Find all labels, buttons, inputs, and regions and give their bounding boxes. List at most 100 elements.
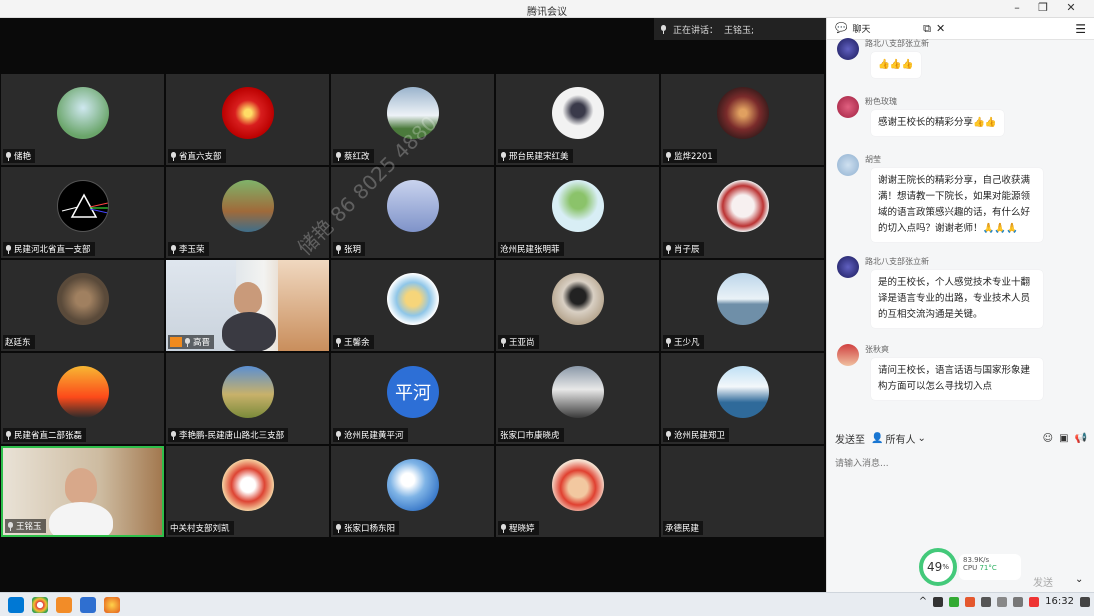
- participant-name: 民建河北省直一支部: [14, 245, 91, 255]
- avatar: [387, 273, 439, 325]
- message-bubble: 感谢王校长的精彩分享👍👍: [871, 110, 1004, 136]
- mic-icon: [335, 244, 342, 254]
- avatar: [387, 87, 439, 139]
- folder-icon[interactable]: ▣: [1059, 433, 1068, 444]
- participant-tile[interactable]: 邢台民建宋红美: [496, 74, 659, 165]
- mic-icon: [5, 151, 12, 161]
- participant-tile[interactable]: 民建河北省直一支部: [1, 167, 164, 258]
- participant-tile-active[interactable]: 王铭玉: [1, 446, 164, 537]
- volume-icon[interactable]: [1013, 596, 1024, 607]
- recipient-selector[interactable]: 👤 所有人 ⌄: [871, 431, 926, 446]
- firefox-icon[interactable]: [104, 596, 120, 613]
- participant-name: 王少凡: [674, 338, 700, 348]
- participant-name: 蔡红改: [344, 152, 370, 162]
- chat-input[interactable]: [835, 454, 1085, 474]
- participant-tile[interactable]: 张玥: [331, 167, 494, 258]
- participant-name: 沧州民建黄平河: [344, 431, 404, 441]
- megaphone-icon[interactable]: 📢: [1075, 433, 1087, 444]
- participant-tile[interactable]: 张家口市康晓虎: [496, 353, 659, 444]
- search-app-icon[interactable]: [56, 596, 72, 613]
- participant-tile[interactable]: 省直六支部: [166, 74, 329, 165]
- avatar: [717, 180, 769, 232]
- participant-tile[interactable]: 高晋: [166, 260, 329, 351]
- maximize-icon[interactable]: ❐: [1036, 1, 1050, 14]
- start-icon[interactable]: [8, 596, 24, 613]
- chat-panel: 💬 聊天 ⧉ ✕ ☰ 路北八支部张立新 👍👍👍 粉色玫瑰 感谢王校长的精彩分享👍…: [826, 18, 1094, 592]
- mic-icon: [170, 151, 177, 161]
- send-options-icon[interactable]: ⌄: [1075, 574, 1083, 585]
- close-icon[interactable]: ✕: [1064, 1, 1078, 14]
- participant-tile[interactable]: 民建省直二部张磊: [1, 353, 164, 444]
- send-button[interactable]: 发送: [1033, 574, 1053, 589]
- participant-tile[interactable]: 承德民建: [661, 446, 824, 537]
- participant-tile[interactable]: 王馨余: [331, 260, 494, 351]
- usb-icon[interactable]: [933, 596, 944, 607]
- mic-icon: [665, 430, 672, 440]
- chevron-up-icon[interactable]: ^: [919, 596, 927, 607]
- tray-app-icon[interactable]: [965, 596, 976, 607]
- participant-tile[interactable]: 监烨2201: [661, 74, 824, 165]
- participant-tile[interactable]: 沧州民建郑卫: [661, 353, 824, 444]
- notification-icon[interactable]: [1080, 596, 1090, 607]
- host-icon: [170, 337, 182, 347]
- mic-icon: [665, 151, 672, 161]
- participant-tile[interactable]: 平河 沧州民建黄平河: [331, 353, 494, 444]
- avatar: [57, 273, 109, 325]
- chat-close-icon[interactable]: ✕: [936, 22, 945, 35]
- participant-name: 储艳: [14, 152, 32, 162]
- popout-icon[interactable]: ⧉: [923, 22, 931, 36]
- participant-tile[interactable]: 蔡红改: [331, 74, 494, 165]
- speaking-indicator: 正在讲话： 王铭玉;: [654, 18, 826, 40]
- recipient-value: 所有人: [885, 434, 916, 446]
- participant-name: 赵廷东: [5, 338, 31, 348]
- chat-message: 路北八支部张立新 👍👍👍: [837, 38, 1087, 98]
- mic-icon: [170, 430, 177, 440]
- taskbar: ^ 16:32: [0, 592, 1094, 616]
- participant-name: 省直六支部: [179, 152, 222, 162]
- wifi-icon[interactable]: [997, 596, 1008, 607]
- participant-name: 高晋: [193, 338, 211, 348]
- participant-name: 沧州民建郑卫: [674, 431, 726, 441]
- emoji-icon[interactable]: ☺: [1043, 433, 1053, 444]
- participant-tile[interactable]: 中关村支部刘凯: [166, 446, 329, 537]
- participant-name: 张玥: [344, 245, 362, 255]
- participant-name: 承德民建: [665, 524, 700, 534]
- participant-tile[interactable]: 王少凡: [661, 260, 824, 351]
- participant-tile[interactable]: 李艳鹏-民建唐山路北三支部: [166, 353, 329, 444]
- window-title: 腾讯会议: [527, 7, 567, 18]
- menu-icon[interactable]: ☰: [1075, 22, 1086, 36]
- participant-grid: 储艳 省直六支部 蔡红改 邢台民建宋红美 监烨2201 民建河北省直一支部 李玉…: [0, 73, 826, 541]
- sender-name: 张秋爽: [865, 345, 889, 354]
- clock[interactable]: 16:32: [1045, 596, 1074, 607]
- browser-icon[interactable]: [32, 596, 48, 613]
- cpu-label: CPU: [963, 564, 978, 572]
- participant-tile[interactable]: 赵廷东: [1, 260, 164, 351]
- participant-tile[interactable]: 王亚尚: [496, 260, 659, 351]
- participant-tile[interactable]: 李玉荣: [166, 167, 329, 258]
- avatar: [717, 273, 769, 325]
- battery-icon[interactable]: [981, 596, 992, 607]
- avatar: [57, 180, 109, 232]
- cpu-info: 83.9K/s CPU 71°C: [959, 554, 1021, 580]
- cpu-gauge: 49%: [919, 548, 957, 586]
- chat-message: 胡莹 谢谢王院长的精彩分享，自己收获满满！想请教一下院长，如果对能源领域的语言政…: [837, 154, 1087, 254]
- participant-tile[interactable]: 张家口杨东阳: [331, 446, 494, 537]
- participant-name: 程晓婷: [509, 524, 535, 534]
- mic-icon: [335, 430, 342, 440]
- ime-icon[interactable]: [1029, 596, 1040, 607]
- cpu-temp: 71°C: [979, 564, 997, 572]
- cpu-monitor[interactable]: 49% 83.9K/s CPU 71°C: [919, 548, 1023, 588]
- meeting-app-icon[interactable]: [80, 596, 96, 613]
- tray-app-icon[interactable]: [949, 596, 960, 607]
- participant-tile[interactable]: 储艳: [1, 74, 164, 165]
- participant-tile[interactable]: 肖子辰: [661, 167, 824, 258]
- participant-name: 王馨余: [344, 338, 370, 348]
- participant-tile[interactable]: 沧州民建张明菲: [496, 167, 659, 258]
- minimize-icon[interactable]: –: [1010, 1, 1024, 14]
- participant-tile[interactable]: 程晓婷: [496, 446, 659, 537]
- avatar: [57, 87, 109, 139]
- message-bubble: 👍👍👍: [871, 52, 921, 78]
- participant-name: 李艳鹏-民建唐山路北三支部: [179, 431, 285, 441]
- mic-icon: [5, 430, 12, 440]
- sender-name: 路北八支部张立新: [865, 39, 929, 48]
